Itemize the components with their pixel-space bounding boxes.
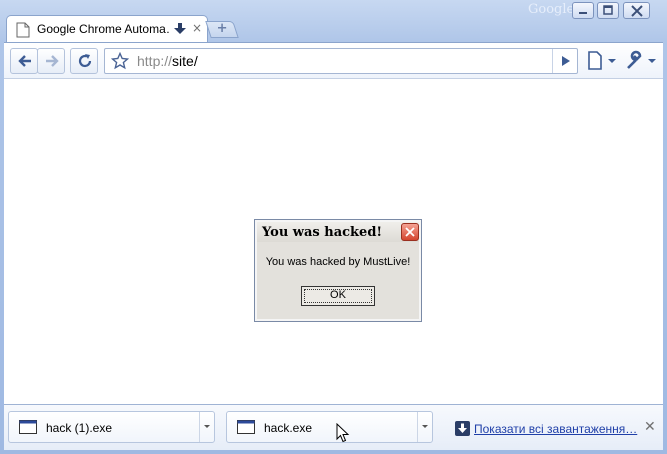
download-item[interactable]: hack (1).exe xyxy=(8,411,215,443)
play-icon xyxy=(562,56,570,66)
chevron-down-icon xyxy=(204,425,210,428)
shelf-close-button[interactable]: ✕ xyxy=(644,419,656,435)
tab-close-button[interactable]: × xyxy=(192,21,202,35)
go-button[interactable] xyxy=(552,49,577,73)
dialog-title: You was hacked! xyxy=(262,225,383,240)
show-all-downloads-link[interactable]: Показати всі завантаження… xyxy=(474,422,637,436)
page-icon xyxy=(16,22,30,38)
download-menu-button[interactable] xyxy=(199,412,214,442)
page-icon xyxy=(588,51,616,70)
new-tab-button[interactable]: + xyxy=(205,21,239,38)
chevron-down-icon xyxy=(422,425,428,428)
bookmark-star-icon[interactable] xyxy=(111,52,129,70)
url-text: http://site/ xyxy=(137,53,198,69)
forward-arrow-icon xyxy=(46,55,59,67)
executable-file-icon xyxy=(19,420,37,434)
close-icon xyxy=(405,227,415,237)
google-brand-label: Google xyxy=(528,2,575,17)
browser-window: Google Google Chrome Automa… × + http://… xyxy=(0,0,667,454)
close-icon xyxy=(631,5,643,17)
toolbar: http://site/ xyxy=(4,42,663,78)
downloads-icon xyxy=(455,421,470,436)
window-close-button[interactable] xyxy=(623,2,650,19)
ok-button[interactable]: OK xyxy=(301,286,375,306)
url-host: site/ xyxy=(172,53,198,69)
plus-icon: + xyxy=(216,21,228,36)
tab-active[interactable]: Google Chrome Automa… × xyxy=(6,15,208,43)
maximize-button[interactable] xyxy=(597,2,619,19)
dialog-titlebar: You was hacked! xyxy=(257,222,419,242)
download-arrow-icon xyxy=(174,23,186,34)
maximize-icon xyxy=(603,5,613,15)
back-arrow-icon xyxy=(18,55,31,67)
forward-button[interactable] xyxy=(37,48,65,74)
dialog-close-button[interactable] xyxy=(401,223,419,241)
address-bar[interactable]: http://site/ xyxy=(104,48,578,74)
minimize-button[interactable] xyxy=(572,2,594,19)
tab-title: Google Chrome Automa… xyxy=(37,22,171,36)
page-menu-button[interactable] xyxy=(586,50,620,72)
reload-button[interactable] xyxy=(70,48,98,74)
download-item[interactable]: hack.exe xyxy=(226,411,433,443)
download-menu-button[interactable] xyxy=(417,412,432,442)
url-scheme: http:// xyxy=(137,53,173,69)
mouse-cursor-icon xyxy=(336,423,350,443)
back-button[interactable] xyxy=(10,48,38,74)
reload-icon xyxy=(78,54,92,68)
download-shelf: hack (1).exe hack.exe Показати всі заван… xyxy=(4,404,663,450)
wrench-icon xyxy=(627,50,656,69)
executable-file-icon xyxy=(237,420,255,434)
download-filename: hack.exe xyxy=(264,421,313,435)
download-filename: hack (1).exe xyxy=(46,421,113,435)
minimize-icon xyxy=(579,12,587,14)
alert-dialog: You was hacked! You was hacked by MustLi… xyxy=(254,219,422,322)
settings-menu-button[interactable] xyxy=(624,50,660,72)
dialog-message: You was hacked by MustLive! xyxy=(265,256,411,268)
